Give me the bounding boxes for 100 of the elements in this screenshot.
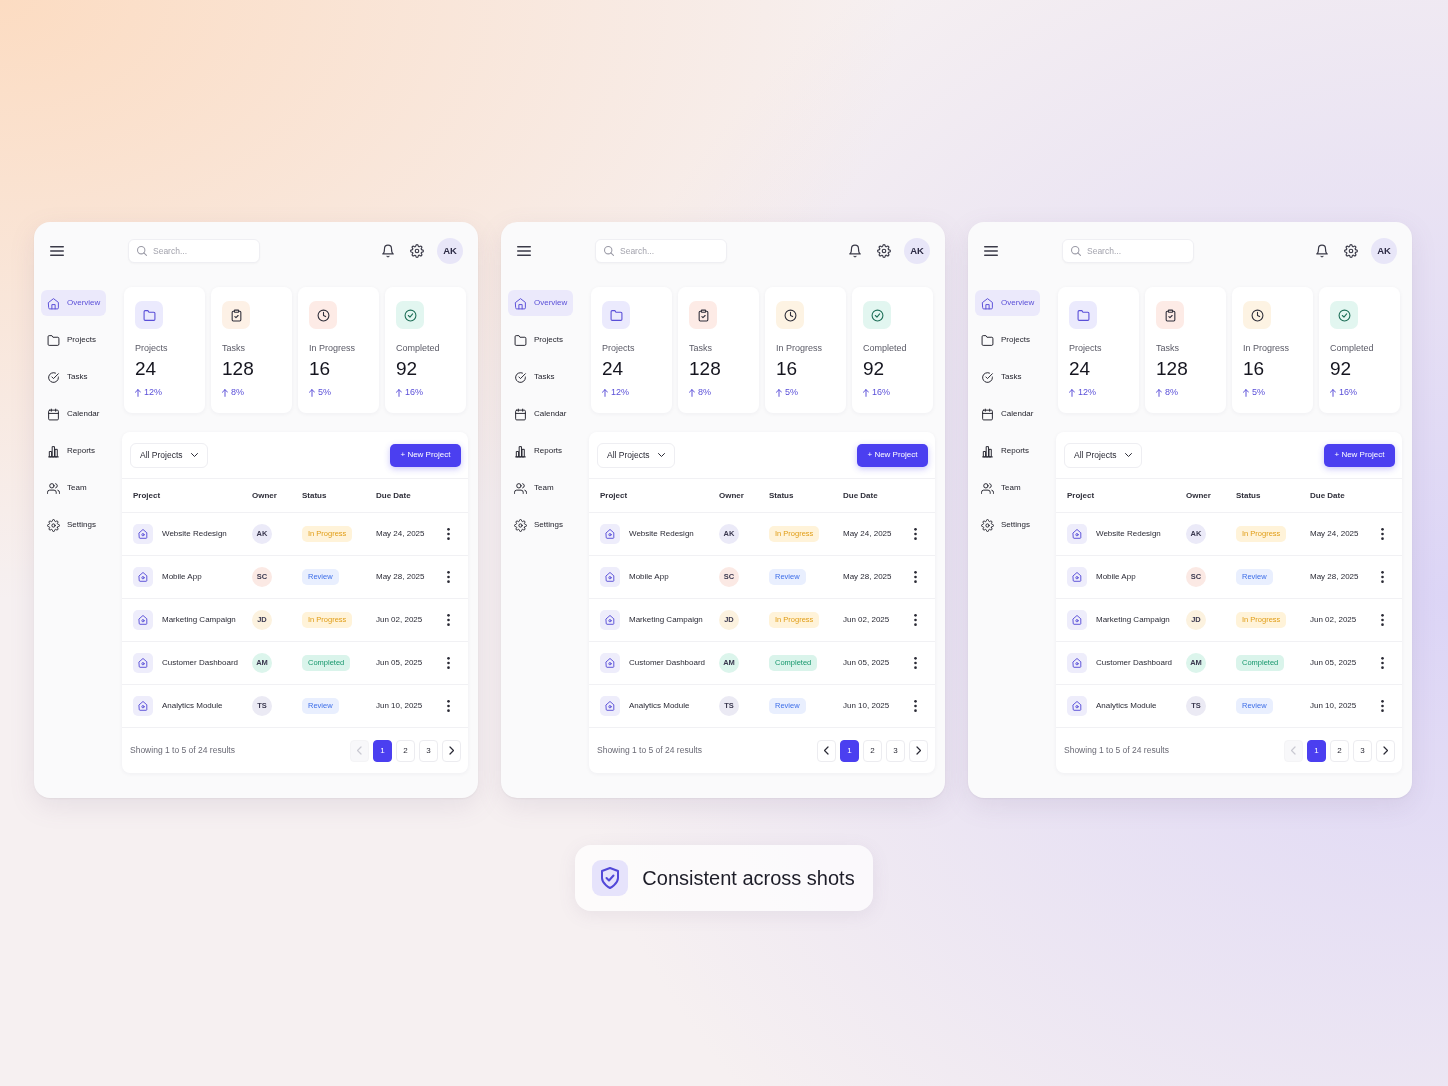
- page-button[interactable]: 2: [1330, 739, 1349, 762]
- arrow-up-icon: [863, 388, 869, 397]
- page-button[interactable]: 1: [840, 739, 859, 762]
- page-button[interactable]: 1: [1307, 739, 1326, 762]
- sidebar-item[interactable]: Tasks: [41, 364, 106, 390]
- filter-dropdown[interactable]: All Projects: [597, 442, 675, 468]
- kebab-menu-icon[interactable]: [914, 571, 917, 583]
- column-header: Owner: [719, 489, 745, 502]
- kebab-menu-icon[interactable]: [914, 700, 917, 712]
- menu-icon[interactable]: [984, 246, 998, 256]
- user-avatar[interactable]: AK: [904, 238, 930, 264]
- sidebar-item[interactable]: Reports: [508, 438, 573, 464]
- settings-icon: [47, 518, 60, 532]
- new-project-button[interactable]: + New Project: [857, 443, 928, 467]
- arrow-up-icon: [1330, 388, 1336, 397]
- house-icon: [133, 653, 153, 673]
- settings-icon[interactable]: [410, 244, 424, 258]
- sidebar-item[interactable]: Projects: [41, 327, 106, 353]
- project-name: Mobile App: [1096, 571, 1137, 583]
- kebab-menu-icon[interactable]: [447, 657, 450, 669]
- change-percent: 12%: [144, 387, 162, 398]
- project-name: Analytics Module: [162, 700, 224, 712]
- house-icon: [1067, 567, 1087, 587]
- filter-dropdown[interactable]: All Projects: [1064, 442, 1142, 468]
- user-avatar[interactable]: AK: [1371, 238, 1397, 264]
- search-field[interactable]: Search...: [1062, 239, 1194, 263]
- new-project-button[interactable]: + New Project: [390, 443, 461, 467]
- due-date: Jun 05, 2025: [376, 657, 424, 669]
- sidebar-item[interactable]: Overview: [41, 290, 106, 316]
- settings-icon: [981, 518, 994, 532]
- sidebar-item[interactable]: Settings: [975, 512, 1040, 538]
- sidebar-item[interactable]: Calendar: [508, 401, 573, 427]
- bell-icon[interactable]: [1315, 244, 1329, 258]
- menu-icon[interactable]: [50, 246, 64, 256]
- caption-text: Consistent across shots: [642, 866, 855, 891]
- sidebar-item[interactable]: Tasks: [508, 364, 573, 390]
- stat-label: In Progress: [776, 343, 824, 354]
- kebab-menu-icon[interactable]: [914, 614, 917, 626]
- bell-icon[interactable]: [848, 244, 862, 258]
- page-button[interactable]: 3: [1353, 739, 1372, 762]
- kebab-menu-icon[interactable]: [447, 700, 450, 712]
- sidebar-item[interactable]: Reports: [975, 438, 1040, 464]
- column-header: Owner: [1186, 489, 1212, 502]
- sidebar-item[interactable]: Tasks: [975, 364, 1040, 390]
- sidebar-item[interactable]: Calendar: [975, 401, 1040, 427]
- kebab-menu-icon[interactable]: [1381, 700, 1384, 712]
- settings-icon[interactable]: [877, 244, 891, 258]
- kebab-menu-icon[interactable]: [914, 528, 917, 540]
- bell-icon[interactable]: [381, 244, 395, 258]
- home-icon: [47, 296, 60, 310]
- sidebar-item[interactable]: Overview: [508, 290, 573, 316]
- kebab-menu-icon[interactable]: [447, 571, 450, 583]
- kebab-menu-icon[interactable]: [1381, 614, 1384, 626]
- search-icon: [604, 246, 614, 256]
- user-avatar[interactable]: AK: [437, 238, 463, 264]
- chevron-left-icon: [357, 746, 362, 755]
- search-field[interactable]: Search...: [128, 239, 260, 263]
- due-date: Jun 05, 2025: [843, 657, 891, 669]
- change-percent: 5%: [785, 387, 798, 398]
- house-icon: [133, 696, 153, 716]
- kebab-menu-icon[interactable]: [914, 657, 917, 669]
- project-name: Marketing Campaign: [162, 614, 237, 626]
- arrow-up-icon: [689, 388, 695, 397]
- kebab-menu-icon[interactable]: [1381, 571, 1384, 583]
- due-date: May 24, 2025: [1310, 528, 1360, 540]
- sidebar-item[interactable]: Overview: [975, 290, 1040, 316]
- arrow-up-icon: [222, 388, 228, 397]
- settings-icon[interactable]: [1344, 244, 1358, 258]
- kebab-menu-icon[interactable]: [1381, 528, 1384, 540]
- page-button[interactable]: 2: [396, 739, 415, 762]
- sidebar-item[interactable]: Calendar: [41, 401, 106, 427]
- sidebar-item[interactable]: Settings: [508, 512, 573, 538]
- arrow-up-icon: [135, 388, 141, 397]
- due-date: Jun 10, 2025: [843, 700, 891, 712]
- sidebar-item[interactable]: Settings: [41, 512, 106, 538]
- kebab-menu-icon[interactable]: [1381, 657, 1384, 669]
- due-date: Jun 02, 2025: [376, 614, 424, 626]
- page-button[interactable]: 2: [863, 739, 882, 762]
- sidebar-item[interactable]: Team: [975, 475, 1040, 501]
- page-button[interactable]: 1: [373, 739, 392, 762]
- search-field[interactable]: Search...: [595, 239, 727, 263]
- new-project-button[interactable]: + New Project: [1324, 443, 1395, 467]
- stat-label: Completed: [1330, 343, 1375, 354]
- sidebar-item[interactable]: Team: [41, 475, 106, 501]
- column-header: Project: [133, 489, 162, 502]
- sidebar-item[interactable]: Projects: [508, 327, 573, 353]
- stat-label: Tasks: [689, 343, 713, 354]
- filter-dropdown[interactable]: All Projects: [130, 442, 208, 468]
- page-button[interactable]: 3: [886, 739, 905, 762]
- page-button[interactable]: 3: [419, 739, 438, 762]
- caret-icon: [658, 453, 665, 457]
- sidebar-item[interactable]: Reports: [41, 438, 106, 464]
- menu-icon[interactable]: [517, 246, 531, 256]
- stat-label: Tasks: [1156, 343, 1180, 354]
- kebab-menu-icon[interactable]: [447, 614, 450, 626]
- results-summary: Showing 1 to 5 of 24 results: [597, 744, 702, 757]
- kebab-menu-icon[interactable]: [447, 528, 450, 540]
- sidebar-item[interactable]: Team: [508, 475, 573, 501]
- sidebar-item[interactable]: Projects: [975, 327, 1040, 353]
- stat-value: 128: [222, 358, 255, 380]
